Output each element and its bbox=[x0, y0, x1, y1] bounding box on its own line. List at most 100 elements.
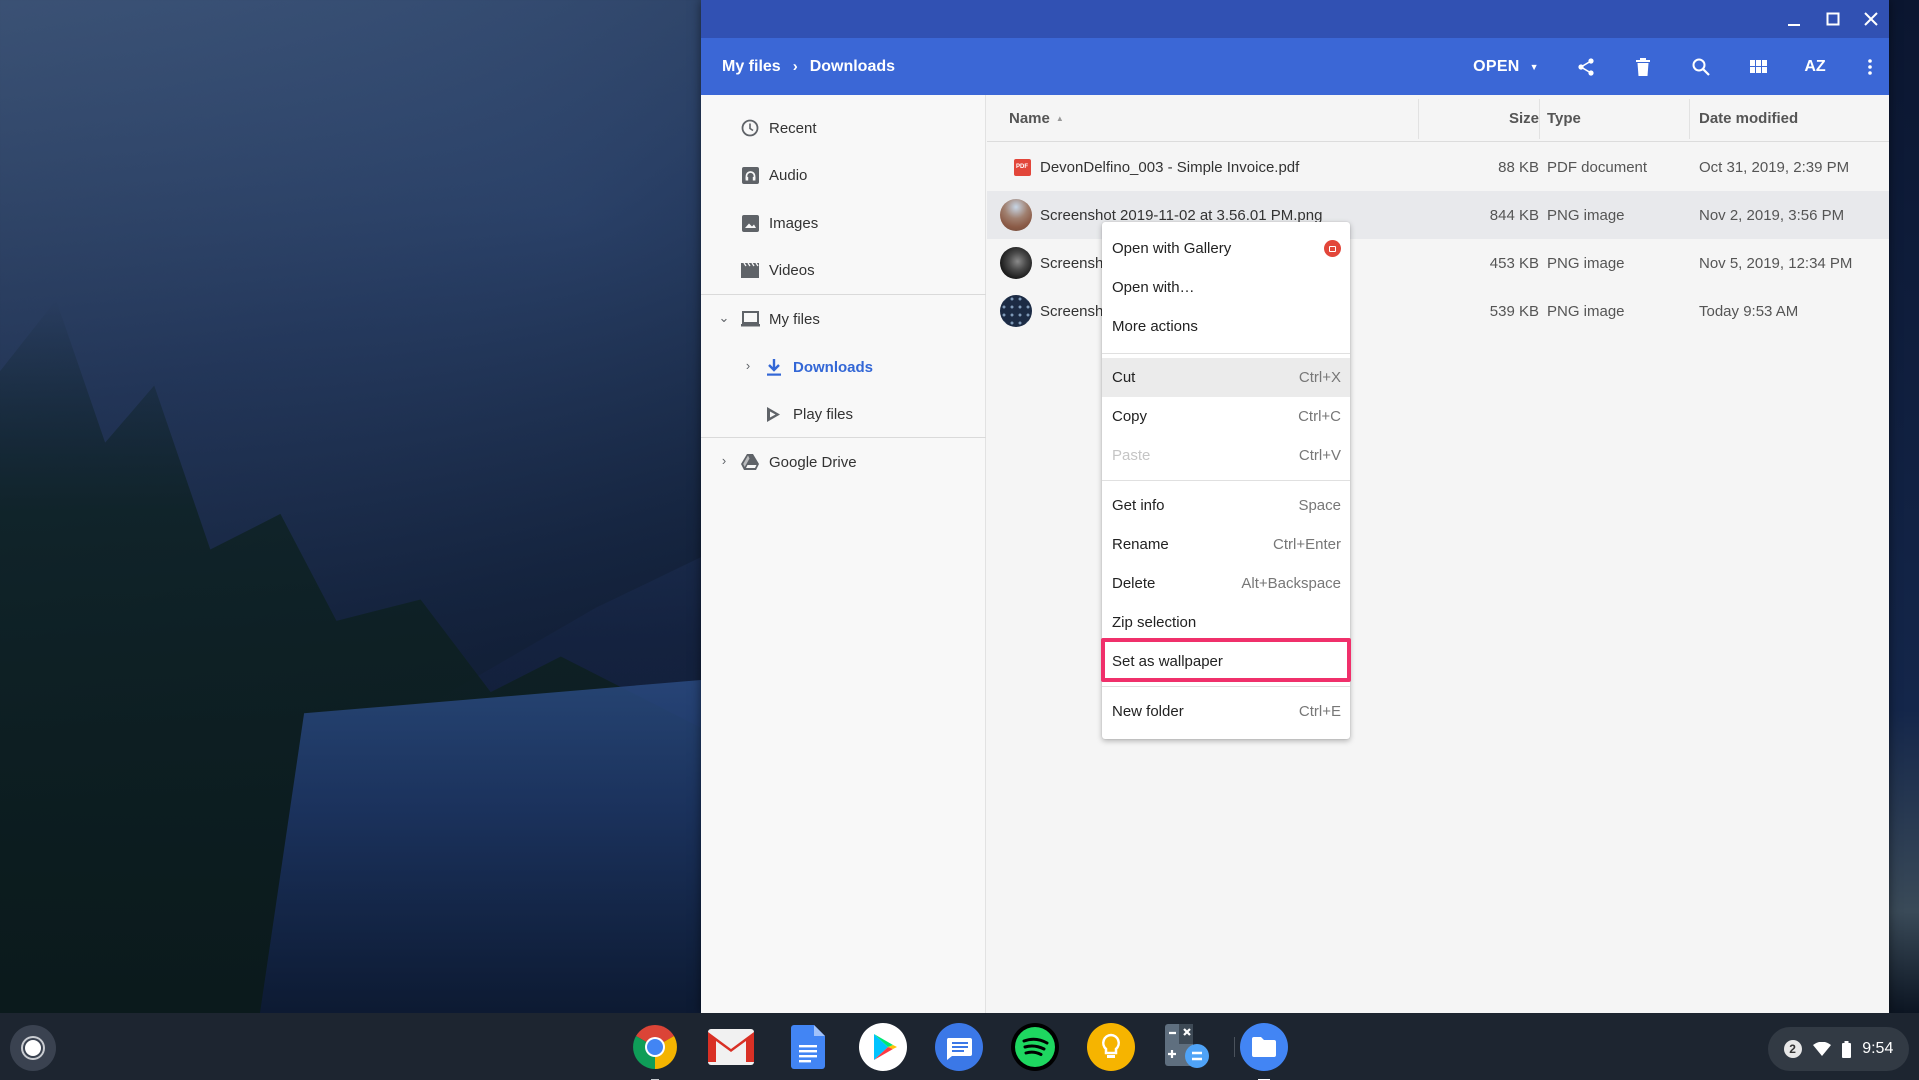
menu-item-open-with-gallery[interactable]: Open with Gallery bbox=[1102, 229, 1350, 268]
more-options-button[interactable] bbox=[1852, 38, 1888, 95]
launcher-icon bbox=[25, 1040, 41, 1056]
menu-item-open-with[interactable]: Open with… bbox=[1102, 268, 1350, 307]
video-icon bbox=[741, 262, 759, 278]
expand-chevron-icon[interactable]: › bbox=[741, 358, 755, 373]
menu-item-label: Rename bbox=[1112, 536, 1169, 553]
menu-item-label: Get info bbox=[1112, 497, 1165, 514]
shelf-separator bbox=[1234, 1037, 1235, 1057]
menu-item-rename[interactable]: Rename Ctrl+Enter bbox=[1102, 525, 1350, 564]
sidebar-item-label: Google Drive bbox=[769, 453, 857, 471]
app-gmail[interactable] bbox=[706, 1022, 756, 1072]
clock-time: 9:54 bbox=[1862, 1040, 1894, 1057]
app-keep[interactable] bbox=[1086, 1022, 1136, 1072]
column-separator[interactable] bbox=[1539, 99, 1540, 139]
sidebar-item-google-drive[interactable]: Google Drive bbox=[739, 442, 857, 482]
context-menu: Open with Gallery Open with… More action… bbox=[1102, 222, 1350, 739]
file-row[interactable]: PDF DevonDelfino_003 - Simple Invoice.pd… bbox=[987, 143, 1889, 191]
image-icon bbox=[741, 214, 759, 232]
collapse-chevron-icon[interactable]: ⌄ bbox=[717, 310, 731, 326]
app-spotify[interactable] bbox=[1010, 1022, 1060, 1072]
file-name: DevonDelfino_003 - Simple Invoice.pdf bbox=[1040, 158, 1300, 176]
battery-icon bbox=[1842, 1040, 1851, 1058]
sidebar-item-label: Videos bbox=[769, 261, 815, 279]
sidebar-item-my-files[interactable]: My files bbox=[739, 299, 820, 339]
column-header-size[interactable]: Size bbox=[1419, 95, 1539, 141]
menu-item-shortcut: Ctrl+V bbox=[1298, 447, 1341, 464]
gmail-icon bbox=[708, 1029, 754, 1065]
sidebar-item-audio[interactable]: Audio bbox=[739, 155, 807, 195]
file-size: 844 KB bbox=[1489, 206, 1539, 224]
shelf: 2 9:54 bbox=[0, 1013, 1919, 1080]
more-vert-icon bbox=[1868, 58, 1872, 75]
sidebar: Recent Audio Images Videos ⌄ My files Do… bbox=[701, 95, 986, 1013]
launcher-button[interactable] bbox=[10, 1025, 56, 1071]
column-date-label: Date modified bbox=[1699, 109, 1799, 127]
menu-item-get-info[interactable]: Get info Space bbox=[1102, 486, 1350, 525]
breadcrumb-my-files[interactable]: My files bbox=[722, 58, 781, 76]
spotify-icon bbox=[1011, 1023, 1059, 1071]
sidebar-item-images[interactable]: Images bbox=[739, 203, 818, 243]
share-icon bbox=[1578, 57, 1594, 76]
image-thumbnail bbox=[1000, 247, 1032, 279]
menu-item-delete[interactable]: Delete Alt+Backspace bbox=[1102, 564, 1350, 603]
app-files[interactable] bbox=[1239, 1022, 1289, 1080]
menu-item-cut[interactable]: Cut Ctrl+X bbox=[1102, 358, 1350, 397]
audio-icon bbox=[741, 166, 759, 184]
breadcrumb-downloads[interactable]: Downloads bbox=[810, 58, 895, 76]
delete-button[interactable] bbox=[1623, 38, 1663, 95]
sort-button[interactable]: AZ bbox=[1795, 38, 1835, 95]
close-button[interactable] bbox=[1858, 6, 1884, 32]
menu-item-label: New folder bbox=[1112, 703, 1184, 720]
maximize-button[interactable] bbox=[1820, 6, 1846, 32]
app-calculator[interactable] bbox=[1162, 1022, 1212, 1072]
menu-item-label: Set as wallpaper bbox=[1112, 653, 1223, 670]
play-icon bbox=[767, 406, 780, 422]
app-messages[interactable] bbox=[934, 1022, 984, 1072]
file-date: Today 9:53 AM bbox=[1699, 302, 1799, 320]
menu-item-shortcut: Space bbox=[1298, 497, 1341, 514]
menu-item-label: Open with… bbox=[1112, 279, 1195, 296]
share-button[interactable] bbox=[1566, 38, 1606, 95]
wallpaper-lake bbox=[260, 680, 701, 1013]
notification-count-badge: 2 bbox=[1783, 1040, 1802, 1058]
sidebar-divider bbox=[701, 294, 986, 295]
title-bar[interactable] bbox=[701, 0, 1889, 38]
sidebar-item-play-files[interactable]: Play files bbox=[763, 394, 853, 434]
menu-item-more-actions[interactable]: More actions bbox=[1102, 307, 1350, 346]
column-header-name[interactable]: Name ▲ bbox=[1009, 95, 1064, 141]
app-chrome[interactable] bbox=[630, 1022, 680, 1080]
maximize-icon bbox=[1826, 12, 1840, 26]
column-type-label: Type bbox=[1547, 109, 1581, 127]
status-tray[interactable]: 2 9:54 bbox=[1768, 1027, 1909, 1071]
sidebar-divider bbox=[701, 437, 986, 438]
file-list-header: Name ▲ Size Type Date modified bbox=[987, 95, 1889, 142]
drive-icon bbox=[741, 454, 759, 470]
menu-item-label: Paste bbox=[1112, 447, 1151, 464]
open-button[interactable]: OPEN ▼ bbox=[1466, 38, 1546, 95]
column-header-type[interactable]: Type bbox=[1547, 95, 1581, 141]
minimize-button[interactable] bbox=[1781, 6, 1807, 32]
grid-view-button[interactable] bbox=[1738, 38, 1778, 95]
gallery-icon bbox=[1324, 240, 1341, 257]
menu-item-shortcut: Ctrl+C bbox=[1298, 408, 1341, 425]
sidebar-item-videos[interactable]: Videos bbox=[739, 250, 815, 290]
search-button[interactable] bbox=[1681, 38, 1721, 95]
sidebar-item-downloads[interactable]: Downloads bbox=[763, 347, 873, 387]
column-header-date[interactable]: Date modified bbox=[1699, 95, 1798, 141]
menu-item-shortcut: Ctrl+E bbox=[1298, 703, 1341, 720]
file-size: 539 KB bbox=[1489, 302, 1539, 320]
menu-item-new-folder[interactable]: New folder Ctrl+E bbox=[1102, 692, 1350, 731]
files-icon bbox=[1240, 1023, 1288, 1071]
app-docs[interactable] bbox=[783, 1022, 833, 1072]
minimize-icon bbox=[1788, 24, 1800, 26]
image-thumbnail bbox=[1000, 295, 1032, 327]
menu-item-copy[interactable]: Copy Ctrl+C bbox=[1102, 397, 1350, 436]
column-separator[interactable] bbox=[1689, 99, 1690, 139]
menu-item-set-as-wallpaper[interactable]: Set as wallpaper bbox=[1102, 642, 1350, 681]
sidebar-item-recent[interactable]: Recent bbox=[739, 108, 817, 148]
sidebar-item-label: Play files bbox=[793, 405, 854, 423]
expand-chevron-icon[interactable]: › bbox=[717, 453, 731, 468]
app-play-store[interactable] bbox=[858, 1022, 908, 1072]
menu-item-zip-selection[interactable]: Zip selection bbox=[1102, 603, 1350, 642]
search-icon bbox=[1692, 58, 1710, 76]
